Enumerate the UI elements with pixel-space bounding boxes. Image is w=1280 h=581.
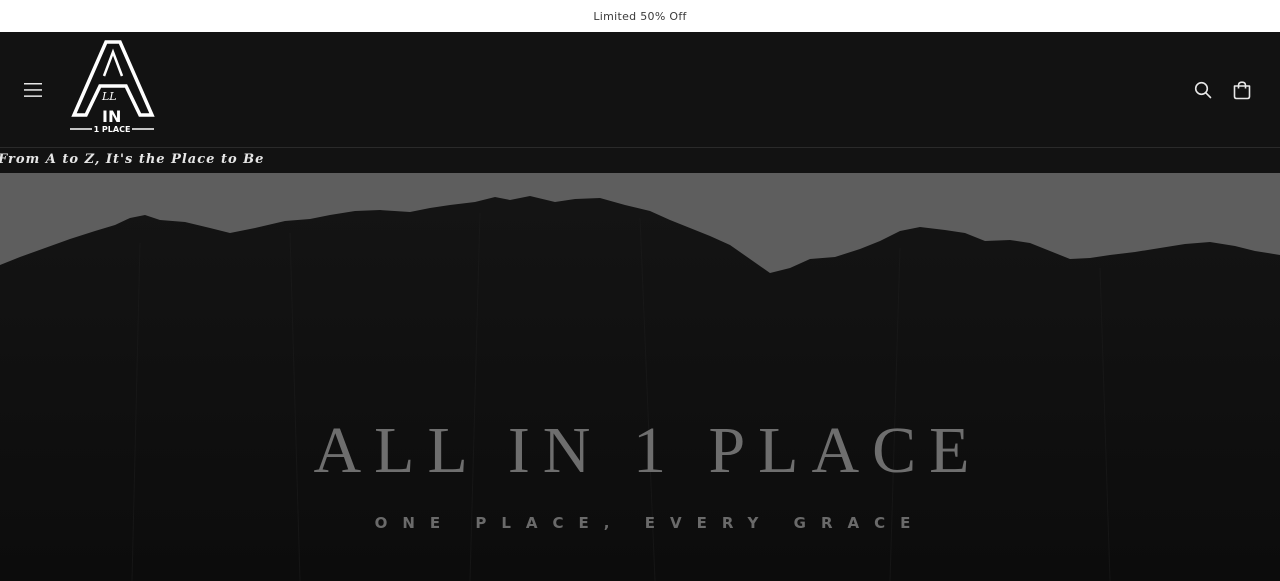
hero-subtitle: ONE PLACE, EVERY GRACE	[374, 514, 926, 532]
cart-button[interactable]	[1227, 75, 1257, 105]
menu-button[interactable]	[18, 75, 48, 105]
hamburger-menu-icon	[24, 83, 42, 97]
shopping-bag-icon	[1233, 80, 1251, 99]
hero-title: ALL IN 1 PLACE	[313, 414, 983, 487]
hero-banner: ALL IN 1 PLACE ONE PLACE, EVERY GRACE	[0, 173, 1280, 581]
site-header: LL IN 1 PLACE	[0, 32, 1280, 147]
announcement-bar: Limited 50% Off	[0, 0, 1280, 32]
search-button[interactable]	[1188, 75, 1218, 105]
tagline-text: From A to Z, It's the Place to Be	[0, 152, 265, 167]
site-logo[interactable]: LL IN 1 PLACE	[66, 38, 158, 138]
announcement-text: Limited 50% Off	[593, 9, 687, 23]
search-icon	[1194, 81, 1212, 99]
logo-place: 1 PLACE	[94, 125, 131, 134]
tagline-bar: From A to Z, It's the Place to Be	[0, 148, 1280, 173]
logo-script: LL	[101, 90, 117, 103]
logo-in: IN	[102, 107, 121, 126]
